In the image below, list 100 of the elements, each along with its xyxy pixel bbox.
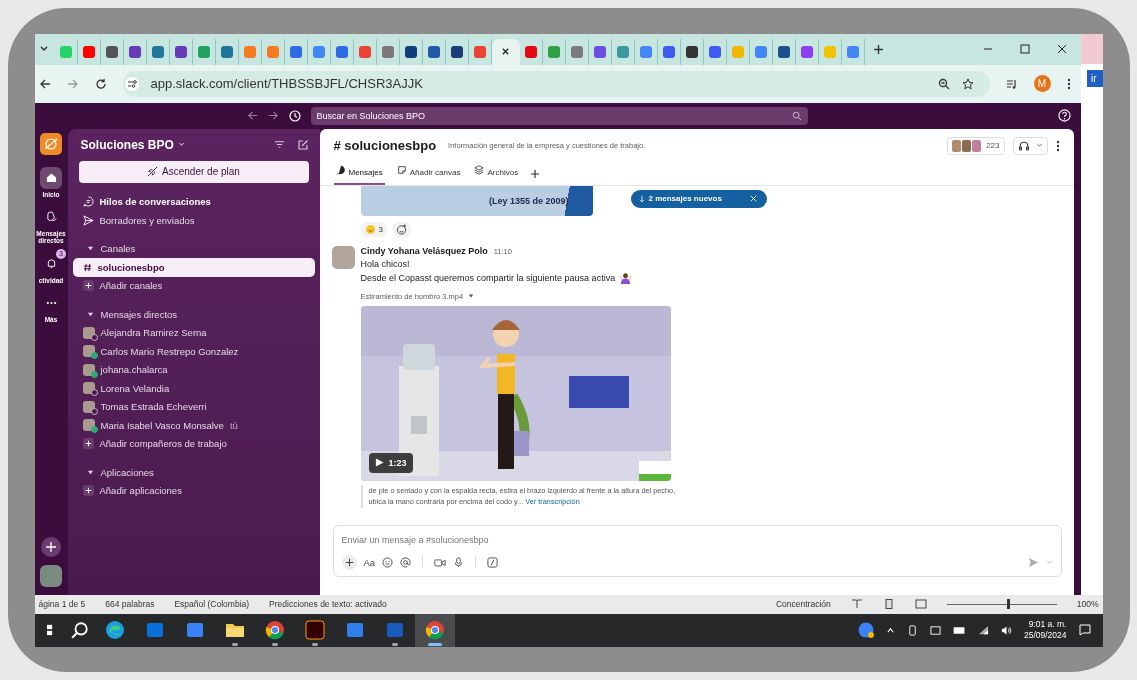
reload-icon[interactable] [94, 77, 107, 90]
new-tab-icon[interactable] [872, 43, 884, 55]
item-label: Tomas Estrada Echeverri [100, 401, 207, 413]
direct-message-item[interactable]: Maria Isabel Vasco Monsalve tú [72, 416, 315, 435]
filter-icon[interactable] [273, 139, 285, 150]
notifications-icon[interactable] [1078, 624, 1091, 636]
hugging-face-icon [364, 223, 376, 235]
chevron-up-icon[interactable] [885, 625, 895, 635]
play-icon [374, 458, 384, 467]
add-item[interactable]: Añadir aplicaciones [72, 481, 315, 500]
share-button[interactable]: ir [1086, 69, 1103, 87]
star-icon[interactable] [961, 77, 974, 90]
maximize-icon[interactable] [1019, 44, 1030, 54]
members-button[interactable]: 223 [947, 136, 1005, 155]
user-avatar[interactable] [40, 564, 62, 587]
chevron-down-icon[interactable] [177, 141, 185, 148]
add-item[interactable]: Añadir compañeros de trabajo [72, 434, 315, 453]
sidebar-item[interactable]: Borradores y enviados [72, 211, 315, 230]
edge-icon [104, 620, 125, 640]
chrome-icon [264, 620, 285, 640]
taskbar-app[interactable] [414, 613, 455, 647]
site-settings-icon[interactable] [124, 76, 139, 91]
item-label: Maria Isabel Vasco Monsalve [100, 419, 224, 431]
rail-button[interactable] [40, 166, 62, 189]
add-item[interactable]: Añadir canales [72, 276, 315, 295]
sidebar-item[interactable]: Hilos de conversaciones [72, 192, 315, 211]
search-icon [791, 110, 802, 121]
direct-message-item[interactable]: Carlos Mario Restrepo Gonzalez [72, 342, 315, 361]
web-layout-icon[interactable] [914, 599, 927, 609]
history-icon[interactable] [288, 109, 301, 122]
zoom-slider[interactable] [946, 599, 1057, 609]
add-tab-icon[interactable] [530, 168, 541, 179]
add-icon[interactable] [341, 554, 357, 570]
new-messages-banner[interactable]: 2 mensajes nuevos [630, 189, 767, 208]
store-icon [184, 620, 205, 640]
mention-icon[interactable] [400, 556, 412, 568]
direct-message-item[interactable]: Tomas Estrada Echeverri [72, 397, 315, 416]
microphone-icon[interactable] [453, 556, 465, 568]
headphones-icon [1017, 139, 1030, 152]
section-header[interactable]: Canales [72, 239, 315, 258]
clock[interactable]: 9:01 a. m. 25/09/2024 [1023, 618, 1067, 642]
status-text[interactable]: Español (Colombia) [174, 599, 250, 609]
status-text[interactable]: ágina 1 de 5 [38, 599, 86, 609]
reaction-button[interactable]: 3 [360, 221, 387, 237]
direct-message-item[interactable]: Alejandra Ramirez Serna [72, 323, 315, 342]
compose-icon[interactable] [296, 138, 309, 151]
battery-icon[interactable] [952, 625, 966, 635]
address-bar[interactable]: app.slack.com/client/THBSSBJFL/CHSR3AJJK [122, 70, 990, 97]
channel-tab[interactable]: Mensajes [333, 162, 385, 185]
bell-icon [45, 258, 57, 270]
more-icon [45, 301, 57, 306]
person-gesture-icon [619, 271, 633, 285]
workspace-name[interactable]: Soluciones BPO [80, 137, 174, 152]
huddle-button[interactable] [1012, 136, 1048, 155]
channel-item[interactable]: solucionesbpo [72, 258, 315, 277]
direct-message-item[interactable]: Lorena Velandia [72, 379, 315, 398]
direct-message-item[interactable]: johana.chalarca [72, 360, 315, 379]
video-thumbnail-drawing[interactable] [360, 305, 671, 481]
media-control-icon[interactable] [1005, 77, 1018, 90]
image-attachment[interactable]: (Ley 1355 de 2009) [360, 185, 593, 216]
formatting-button[interactable]: Aa [363, 556, 376, 568]
section-header[interactable]: Mensajes directos [72, 305, 315, 324]
tray-icon[interactable] [929, 624, 941, 636]
ai-icon [304, 620, 325, 640]
focus-mode-button[interactable]: Concentración [775, 599, 831, 609]
add-reaction-button[interactable] [391, 221, 411, 237]
photos-icon [344, 620, 365, 640]
message-input[interactable]: Enviar un mensaje a #solucionesbpo [341, 525, 1053, 545]
zoom-icon[interactable] [937, 77, 950, 90]
workspace-logo-icon[interactable] [40, 132, 62, 155]
volume-icon[interactable] [1000, 624, 1012, 636]
chrome-icon [424, 620, 445, 640]
add-icon[interactable] [41, 536, 61, 557]
print-layout-icon[interactable] [882, 599, 895, 609]
slash-command-icon[interactable] [487, 556, 499, 568]
video-icon[interactable] [434, 556, 447, 568]
more-icon[interactable] [1055, 139, 1060, 152]
emoji-icon[interactable] [382, 556, 394, 568]
wifi-icon[interactable] [977, 624, 989, 636]
tray-icon[interactable] [906, 624, 918, 636]
forward-icon[interactable] [267, 110, 279, 121]
section-header[interactable]: Aplicaciones [72, 463, 315, 482]
author-name[interactable]: Cindy Yohana Velásquez Polo [360, 245, 488, 256]
caret-down-icon[interactable] [468, 293, 475, 299]
close-icon[interactable] [501, 47, 510, 56]
item-label: solucionesbpo [97, 261, 165, 273]
message-composer[interactable]: Enviar un mensaje a #solucionesbpo Aa [332, 524, 1062, 577]
chevron-down-icon[interactable] [38, 44, 49, 54]
status-text[interactable]: 664 palabras [105, 599, 155, 609]
zoom-percentage[interactable]: 100% [1076, 599, 1099, 609]
channel-tab[interactable]: Añadir canvas [394, 162, 463, 185]
back-icon[interactable] [38, 77, 51, 90]
channel-tab[interactable]: Archivos [472, 162, 521, 185]
search-field[interactable]: Buscar en Soluciones BPO [310, 106, 808, 125]
search-icon[interactable] [70, 621, 89, 639]
upgrade-button[interactable]: Ascender de plan [78, 160, 309, 183]
channel-name[interactable]: # solucionesbpo [333, 138, 437, 153]
close-icon[interactable] [1056, 44, 1067, 54]
status-text[interactable]: Predicciones de texto: activado [269, 599, 387, 609]
more-icon[interactable] [1066, 77, 1071, 90]
